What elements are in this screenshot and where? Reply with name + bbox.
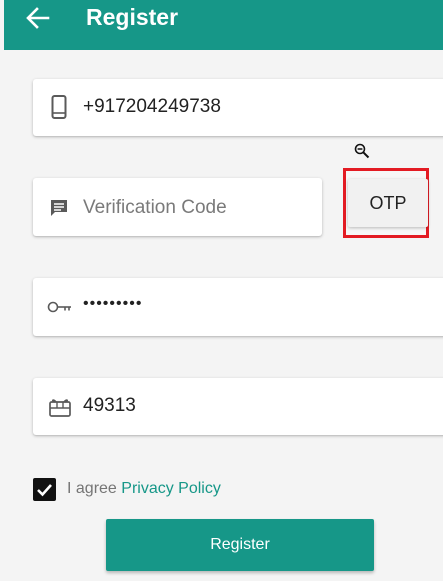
smartphone-icon [51,95,67,119]
privacy-policy-link[interactable]: Privacy Policy [121,480,221,497]
register-button[interactable]: Register [106,519,374,571]
gift-card-icon [49,399,71,417]
otp-highlight: OTP [343,168,429,238]
page-title: Register [86,4,179,30]
message-icon [51,200,67,216]
key-icon [47,301,71,313]
verification-code-placeholder: Verification Code [83,197,227,218]
agree-checkbox[interactable] [33,478,56,501]
verification-code-field[interactable]: Verification Code [33,178,322,236]
referral-code-field[interactable]: 49313 [33,378,443,435]
agree-text: I agree Privacy Policy [67,480,221,498]
password-field[interactable]: ••••••••• [33,278,443,336]
password-value: ••••••••• [83,295,143,312]
zoom-out-icon [354,143,370,159]
referral-value: 49313 [83,395,136,416]
phone-value: +917204249738 [83,96,221,117]
checkmark-icon [37,484,52,497]
app-bar: Register [4,0,443,50]
arrow-left-icon[interactable] [24,5,52,31]
otp-button[interactable]: OTP [348,179,428,227]
agree-label: I agree [67,480,117,497]
phone-field[interactable]: +917204249738 [33,79,443,136]
